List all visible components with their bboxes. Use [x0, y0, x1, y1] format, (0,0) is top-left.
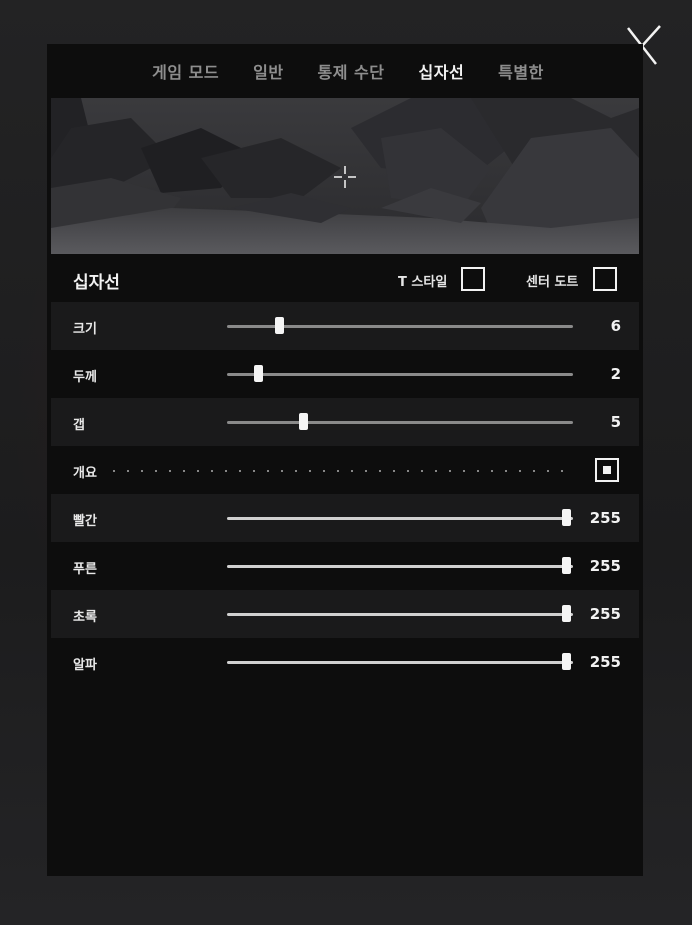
thickness-slider-thumb[interactable]	[254, 365, 264, 382]
crosshair-settings: 십자선 T 스타일 센터 도트 크기 6 두께 2 갭 5 개요 빨간 255 …	[51, 254, 639, 686]
green-value: 255	[589, 605, 621, 623]
thickness-slider[interactable]	[227, 365, 573, 382]
gap-slider[interactable]	[227, 413, 573, 430]
setting-row-gap: 갭 5	[51, 398, 639, 446]
blue-slider-thumb[interactable]	[562, 557, 572, 574]
center-dot-label: 센터 도트	[526, 275, 579, 290]
green-slider-thumb[interactable]	[562, 605, 572, 622]
blue-label: 푸른	[73, 562, 97, 577]
setting-row-thickness: 두께 2	[51, 350, 639, 398]
tab-bar: 게임 모드 일반 통제 수단 십자선 특별한	[47, 44, 643, 98]
tab-special[interactable]: 특별한	[498, 59, 544, 83]
red-label: 빨간	[73, 514, 97, 529]
setting-row-red: 빨간 255	[51, 494, 639, 542]
tab-game-mode[interactable]: 게임 모드	[152, 59, 219, 83]
crosshair-preview	[51, 98, 639, 254]
tab-controls[interactable]: 통제 수단	[318, 59, 385, 83]
size-slider-thumb[interactable]	[274, 317, 284, 334]
t-style-label: T 스타일	[398, 275, 448, 290]
tab-crosshair[interactable]: 십자선	[419, 59, 465, 83]
red-value: 255	[589, 509, 621, 527]
outline-dotted-leader	[107, 470, 567, 472]
gap-label: 갭	[73, 418, 85, 433]
section-title: 십자선	[73, 273, 120, 293]
thickness-value: 2	[610, 365, 621, 383]
outline-label: 개요	[73, 466, 97, 481]
tab-general[interactable]: 일반	[253, 59, 283, 83]
setting-row-blue: 푸른 255	[51, 542, 639, 590]
outline-checkbox[interactable]	[595, 458, 619, 482]
blue-value: 255	[589, 557, 621, 575]
size-slider[interactable]	[227, 317, 573, 334]
outline-checkbox-mark	[603, 466, 611, 474]
alpha-slider[interactable]	[227, 653, 573, 670]
thickness-label: 두께	[73, 370, 97, 385]
settings-panel: 게임 모드 일반 통제 수단 십자선 특별한 십자선 T 스타일 센터 도트 크…	[47, 44, 643, 876]
red-slider[interactable]	[227, 509, 573, 526]
gap-value: 5	[610, 413, 621, 431]
setting-row-size: 크기 6	[51, 302, 639, 350]
alpha-value: 255	[589, 653, 621, 671]
red-slider-thumb[interactable]	[562, 509, 572, 526]
crosshair-header-row: 십자선 T 스타일 센터 도트	[51, 254, 639, 302]
alpha-label: 알파	[73, 658, 97, 673]
crosshair-icon	[334, 166, 356, 188]
green-label: 초록	[73, 610, 97, 625]
setting-row-alpha: 알파 255	[51, 638, 639, 686]
blue-slider[interactable]	[227, 557, 573, 574]
gap-slider-thumb[interactable]	[299, 413, 309, 430]
size-value: 6	[610, 317, 621, 335]
center-dot-checkbox[interactable]	[593, 267, 617, 291]
alpha-slider-thumb[interactable]	[562, 653, 572, 670]
setting-row-green: 초록 255	[51, 590, 639, 638]
t-style-checkbox[interactable]	[461, 267, 485, 291]
green-slider[interactable]	[227, 605, 573, 622]
size-label: 크기	[73, 322, 97, 337]
setting-row-outline: 개요	[51, 446, 639, 494]
